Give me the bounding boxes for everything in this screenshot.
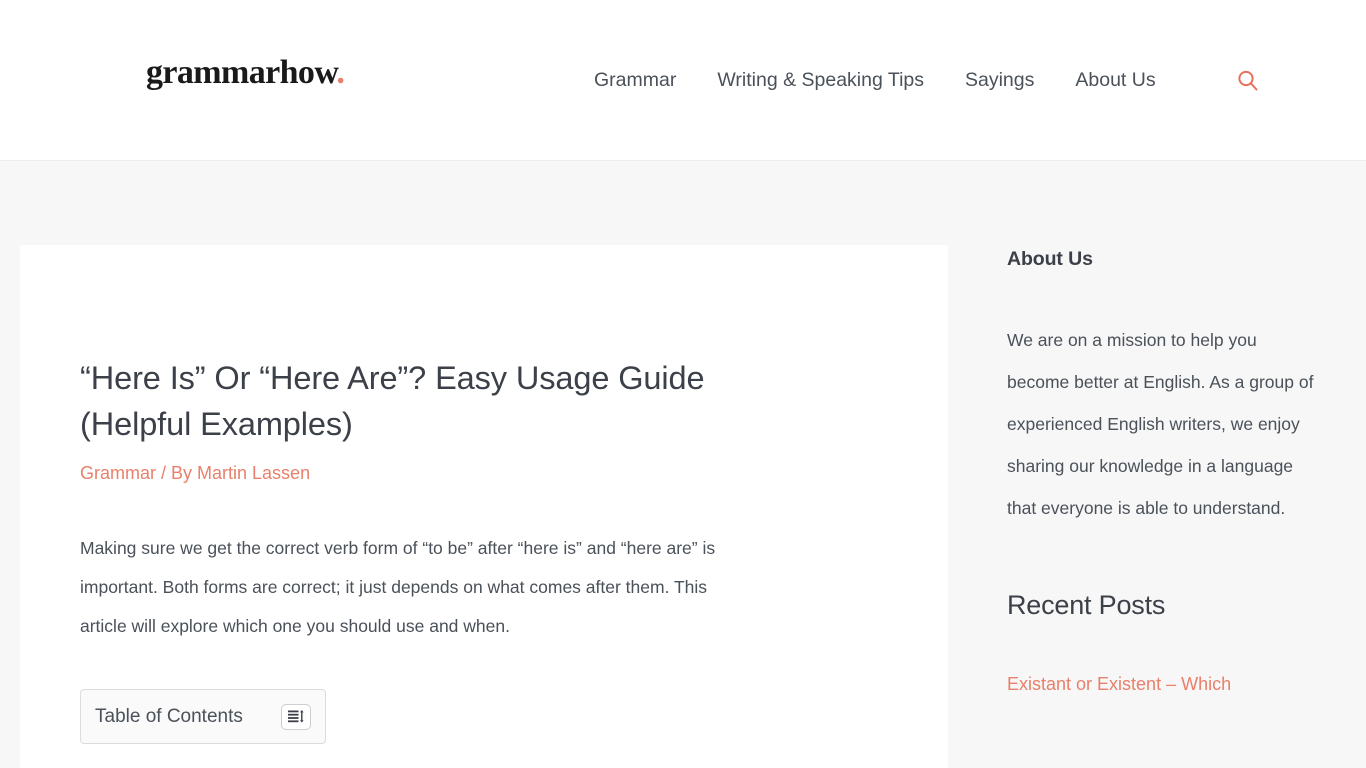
list-item: Existant or Existent – Which [1007, 669, 1319, 701]
recent-post-link[interactable]: Existant or Existent – Which [1007, 674, 1231, 694]
widget-title-recent-posts: Recent Posts [1007, 590, 1166, 620]
widget-title-about-us: About Us [1007, 248, 1093, 270]
site-logo[interactable]: grammarhow. [146, 54, 345, 91]
table-of-contents-box: Table of Contents [80, 689, 326, 744]
search-icon[interactable] [1236, 69, 1260, 93]
nav-item-writing-speaking-tips[interactable]: Writing & Speaking Tips [717, 66, 924, 95]
widget-about-us: About Us We are on a mission to help you… [1007, 245, 1319, 529]
main-navigation: Grammar Writing & Speaking Tips Sayings … [594, 66, 1156, 95]
recent-posts-list: Existant or Existent – Which [1007, 669, 1319, 701]
site-header: grammarhow. Grammar Writing & Speaking T… [0, 0, 1366, 161]
list-toggle-icon[interactable] [281, 703, 311, 730]
article-intro-paragraph: Making sure we get the correct verb form… [80, 538, 716, 636]
about-us-text: We are on a mission to help you become b… [1007, 330, 1314, 518]
article-author-link[interactable]: By Martin Lassen [171, 463, 310, 483]
article-category-link[interactable]: Grammar [80, 463, 156, 483]
sidebar: About Us We are on a mission to help you… [1007, 245, 1319, 701]
nav-item-sayings[interactable]: Sayings [965, 66, 1034, 95]
widget-recent-posts: Recent Posts Existant or Existent – Whic… [1007, 586, 1319, 701]
page-title: “Here Is” Or “Here Are”? Easy Usage Guid… [80, 360, 705, 442]
article-meta: Grammar / By Martin Lassen [80, 460, 888, 487]
logo-text: grammarhow [146, 54, 337, 91]
logo-dot: . [336, 54, 345, 91]
nav-item-grammar[interactable]: Grammar [594, 66, 676, 95]
page-body: “Here Is” Or “Here Are”? Easy Usage Guid… [0, 161, 1366, 768]
nav-item-about-us[interactable]: About Us [1075, 66, 1155, 95]
article-card: “Here Is” Or “Here Are”? Easy Usage Guid… [20, 245, 948, 768]
table-of-contents-title: Table of Contents [95, 706, 243, 727]
meta-separator: / [156, 463, 172, 483]
